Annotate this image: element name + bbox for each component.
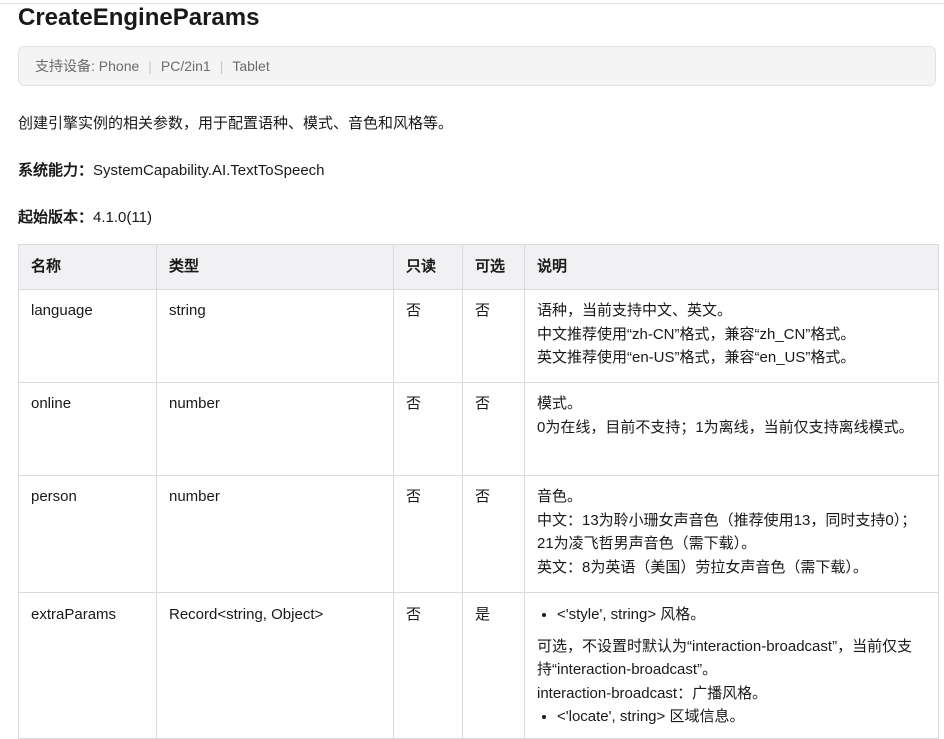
- desc-line: 英文推荐使用“en-US”格式，兼容“en_US”格式。: [537, 349, 856, 366]
- cell-name: extraParams: [18, 592, 157, 739]
- device-tablet: Tablet: [232, 58, 270, 74]
- cell-name: online: [18, 382, 157, 476]
- cell-optional: 否: [462, 382, 525, 476]
- header-description: 说明: [524, 244, 939, 290]
- header-optional: 可选: [462, 244, 525, 290]
- bullet-item: <'locate', string> 区域信息。: [557, 705, 926, 729]
- cell-type: Record<string, Object>: [156, 592, 394, 739]
- cell-readonly: 否: [393, 592, 463, 739]
- desc-line: 模式。: [537, 395, 583, 412]
- separator: |: [219, 58, 224, 74]
- params-table: 名称 类型 只读 可选 说明 language string 否 否 语种，当前…: [18, 244, 939, 739]
- cell-optional: 否: [462, 475, 525, 593]
- since-version-value: 4.1.0(11): [93, 209, 152, 226]
- desc-line: 音色。: [537, 488, 583, 505]
- since-version-label: 起始版本：: [18, 209, 94, 226]
- table-row: online number 否 否 模式。 0为在线，目前不支持；1为离线，当前…: [18, 382, 939, 476]
- system-capability-value: SystemCapability.AI.TextToSpeech: [93, 162, 325, 179]
- cell-description: 语种，当前支持中文、英文。 中文推荐使用“zh-CN”格式，兼容“zh_CN”格…: [524, 289, 939, 383]
- table-header-row: 名称 类型 只读 可选 说明: [18, 244, 939, 290]
- header-name: 名称: [18, 244, 157, 290]
- desc-line: 0为在线，目前不支持；1为离线，当前仅支持离线模式。: [537, 418, 914, 436]
- cell-description: <'style', string> 风格。 可选，不设置时默认为“interac…: [524, 592, 939, 739]
- description: 创建引擎实例的相关参数，用于配置语种、模式、音色和风格等。: [18, 115, 454, 132]
- devices-label: 支持设备: Phone: [35, 58, 140, 74]
- desc-line: 可选，不设置时默认为“interaction-broadcast”，当前仅支持“…: [537, 637, 913, 679]
- supported-devices-bar: 支持设备: Phone | PC/2in1 | Tablet: [18, 46, 936, 86]
- device-pc: PC/2in1: [160, 58, 211, 74]
- cell-name: language: [18, 289, 157, 383]
- cell-type: number: [156, 382, 394, 476]
- cell-optional: 否: [462, 289, 525, 383]
- header-type: 类型: [156, 244, 394, 290]
- desc-line: interaction-broadcast：广播风格。: [537, 684, 768, 702]
- header-readonly: 只读: [393, 244, 463, 290]
- cell-name: person: [18, 475, 157, 593]
- system-capability: 系统能力：SystemCapability.AI.TextToSpeech: [18, 160, 325, 182]
- desc-line: 中文：13为聆小珊女声音色（推荐使用13，同时支持0）；21为凌飞哲男声音色（需…: [537, 511, 917, 553]
- cell-readonly: 否: [393, 289, 463, 383]
- table-row: language string 否 否 语种，当前支持中文、英文。 中文推荐使用…: [18, 289, 939, 383]
- bullet-list: <'style', string> 风格。: [537, 603, 926, 627]
- cell-optional: 是: [462, 592, 525, 739]
- page-title: CreateEngineParams: [18, 4, 260, 31]
- cell-type: number: [156, 475, 394, 593]
- separator: |: [148, 58, 152, 74]
- desc-line: 中文推荐使用“zh-CN”格式，兼容“zh_CN”格式。: [537, 325, 856, 343]
- bullet-item: <'style', string> 风格。: [557, 603, 926, 627]
- cell-description: 音色。 中文：13为聆小珊女声音色（推荐使用13，同时支持0）；21为凌飞哲男声…: [524, 475, 939, 593]
- cell-description: 模式。 0为在线，目前不支持；1为离线，当前仅支持离线模式。: [524, 382, 939, 476]
- table-row: person number 否 否 音色。 中文：13为聆小珊女声音色（推荐使用…: [18, 475, 939, 593]
- cell-readonly: 否: [393, 382, 463, 476]
- desc-line: 语种，当前支持中文、英文。: [537, 302, 733, 319]
- cell-type: string: [156, 289, 394, 383]
- cell-readonly: 否: [393, 475, 463, 593]
- since-version: 起始版本：4.1.0(11): [18, 207, 152, 229]
- system-capability-label: 系统能力：: [18, 162, 94, 179]
- desc-line: 英文：8为英语（美国）劳拉女声音色（需下载）。: [537, 558, 868, 576]
- bullet-list: <'locate', string> 区域信息。: [537, 705, 926, 729]
- table-row: extraParams Record<string, Object> 否 是 <…: [18, 592, 939, 739]
